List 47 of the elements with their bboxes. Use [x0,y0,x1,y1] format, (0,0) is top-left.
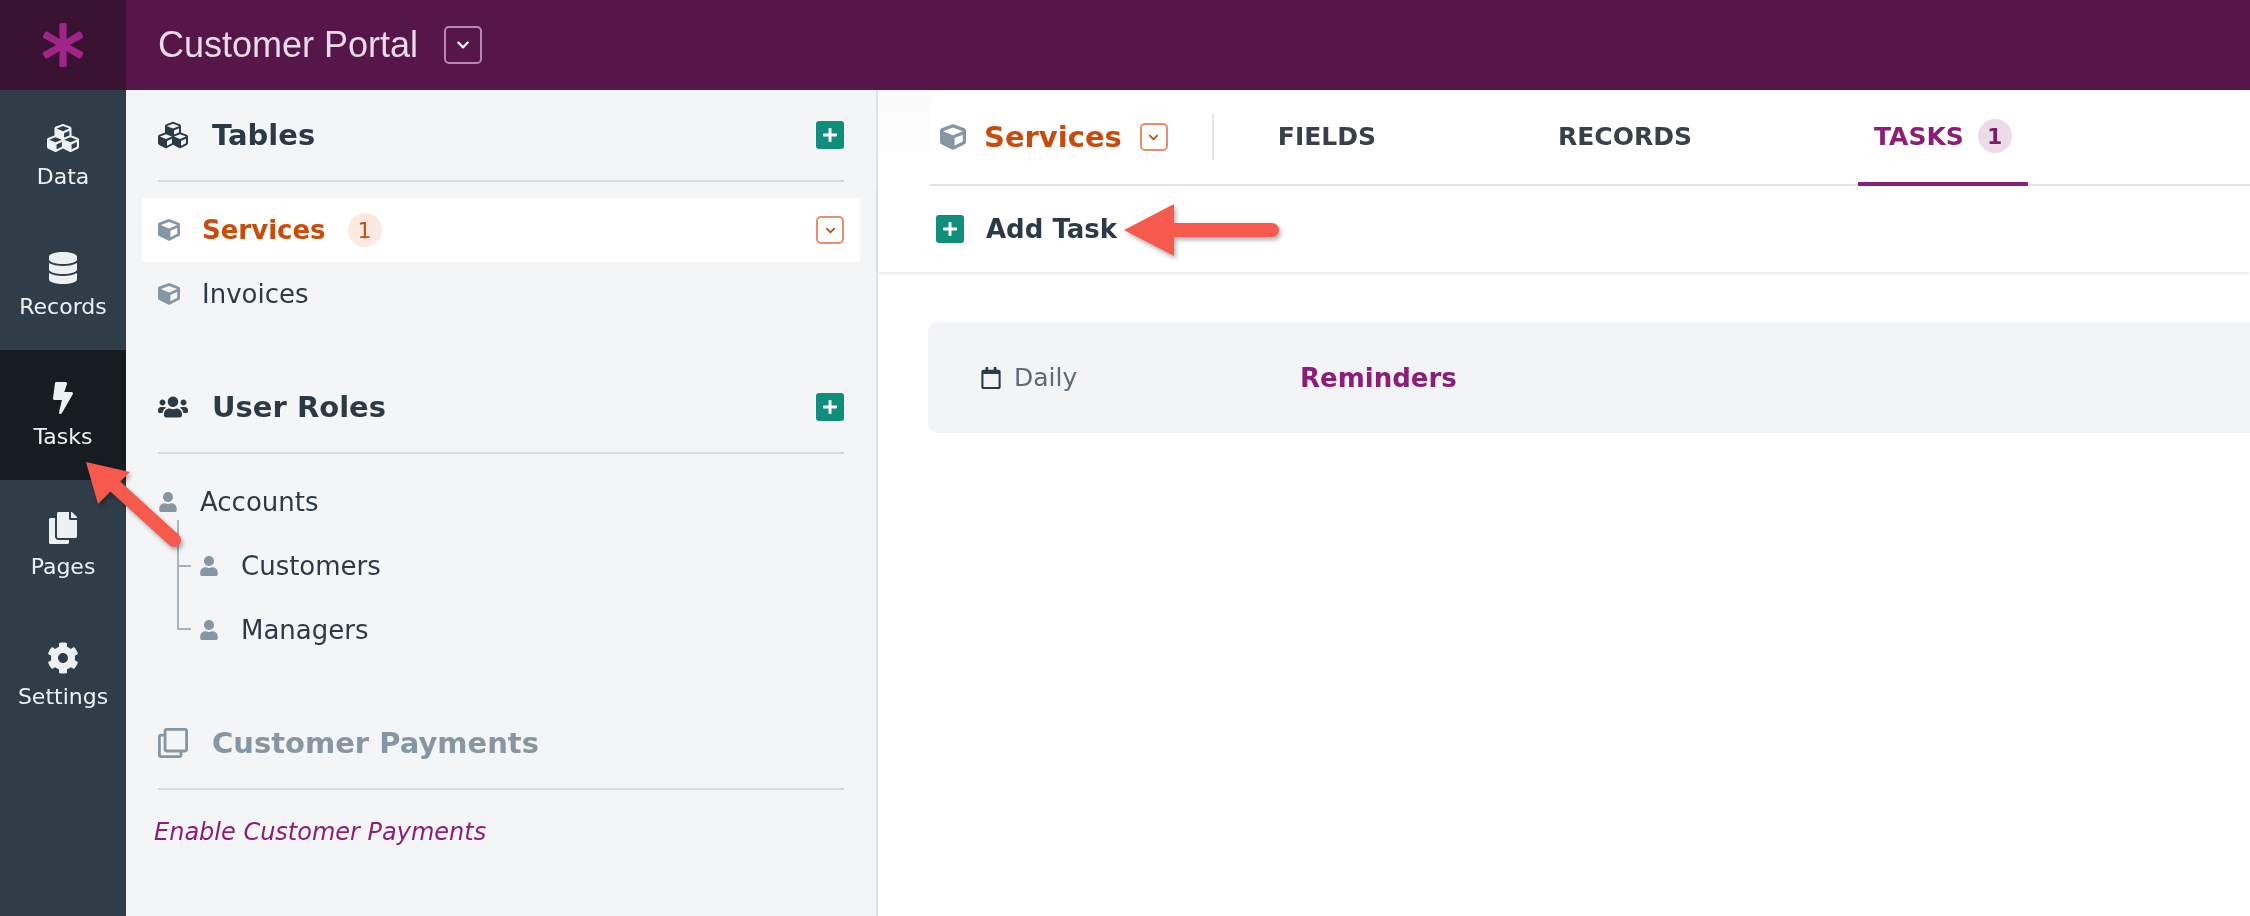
app-title: Customer Portal [158,24,419,66]
nav-rail-item[interactable]: Pages [0,480,126,610]
add-task-plus-button[interactable] [936,215,964,243]
list-item[interactable]: Managers [241,615,369,645]
app-dropdown-button[interactable] [444,26,483,64]
cube-icon [940,124,966,150]
nav-rail-item[interactable]: Settings [0,610,126,740]
cube-icon [158,219,180,241]
user-icon [199,620,219,640]
row-dropdown-button[interactable] [816,216,844,244]
user-icon [158,492,178,512]
list-item[interactable]: Accounts [200,487,319,517]
tab[interactable]: RECORDS [1542,90,1708,186]
nav-rail-item[interactable]: Records [0,220,126,350]
asterisk-logo-icon [41,23,85,67]
table-name: Services [984,120,1122,154]
documents-icon [47,511,79,544]
count-badge: 1 [1977,119,2012,153]
selected-list-row[interactable]: Services 1 [142,198,860,262]
add-button[interactable] [816,121,844,149]
section-title: Customer Payments [212,726,540,760]
plus-icon [822,127,838,143]
task-schedule: Daily [1014,363,1079,392]
add-button[interactable] [816,393,844,421]
list-item[interactable]: Services [202,215,326,245]
table-dropdown-button[interactable] [1139,123,1168,151]
tab[interactable]: FIELDS [1261,90,1392,186]
list-item[interactable]: Customers [241,551,381,581]
list-item[interactable]: Invoices [202,279,309,309]
plus-icon [822,399,838,415]
task-name-link[interactable]: Reminders [1300,362,1457,393]
task-card[interactable]: Daily Reminders [928,322,2250,433]
nav-rail-item[interactable]: Tasks [0,350,126,480]
user-icon [199,556,219,576]
database-icon [47,251,79,284]
settings-icon [47,641,79,674]
add-task-button[interactable]: Add Task [986,214,1118,244]
calendar-icon [980,366,1002,389]
section-title: Tables [212,118,317,152]
cubes-icon [47,121,79,154]
count-badge: 1 [347,213,382,247]
nav-rail-item[interactable]: Data [0,90,126,220]
section-title: User Roles [212,390,387,424]
cards-icon [158,728,188,758]
cube-icon [158,283,180,305]
cubes-icon [158,120,188,150]
plus-icon [942,221,958,237]
